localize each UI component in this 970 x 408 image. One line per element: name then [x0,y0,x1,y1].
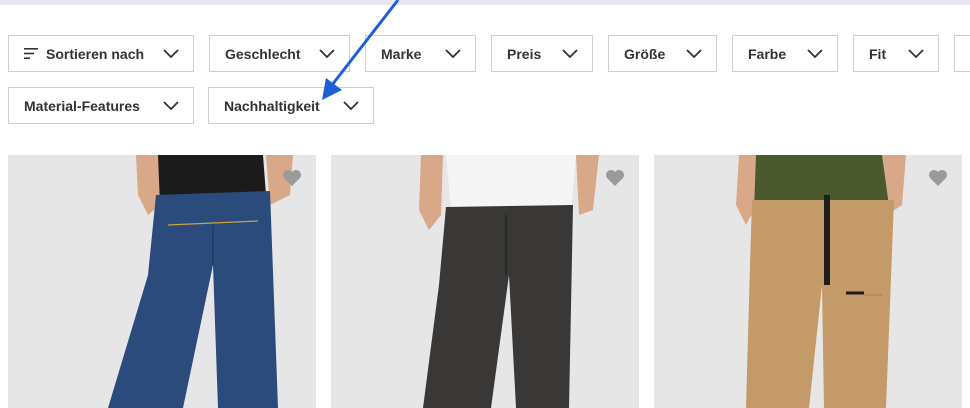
product-image [736,155,906,408]
heart-icon[interactable] [605,169,625,187]
chevron-down-icon [807,48,823,58]
top-bar [0,0,970,5]
chevron-down-icon [163,48,179,58]
chevron-down-icon [445,48,461,58]
chevron-down-icon [319,48,335,58]
chevron-down-icon [686,48,702,58]
filter-sustainability[interactable]: Nachhaltigkeit [208,87,374,124]
chevron-down-icon [163,100,179,110]
filter-color[interactable]: Farbe [732,35,838,72]
sort-dropdown[interactable]: Sortieren nach [8,35,194,72]
filter-label: Geschlecht [225,45,301,62]
product-image [108,155,293,408]
filter-more-partial[interactable] [954,35,970,72]
sort-label: Sortieren nach [46,45,145,62]
filter-label: Größe [624,45,666,62]
product-card[interactable] [654,155,962,408]
filter-size[interactable]: Größe [608,35,717,72]
filter-label: Nachhaltigkeit [224,97,320,114]
chevron-down-icon [343,100,359,110]
filter-label: Fit [869,45,887,62]
filter-label: Marke [381,45,422,62]
chevron-down-icon [562,48,578,58]
filter-gender[interactable]: Geschlecht [209,35,350,72]
chevron-down-icon [908,48,924,58]
product-image [419,155,599,408]
heart-icon[interactable] [282,169,302,187]
heart-icon[interactable] [928,169,948,187]
filter-fit[interactable]: Fit [853,35,939,72]
filter-label: Farbe [748,45,787,62]
filter-material-features[interactable]: Material-Features [8,87,194,124]
sort-icon [24,48,38,59]
filter-brand[interactable]: Marke [365,35,476,72]
product-card[interactable] [331,155,639,408]
filter-label: Preis [507,45,542,62]
product-card[interactable] [8,155,316,408]
filter-label: Material-Features [24,97,140,114]
filter-price[interactable]: Preis [491,35,593,72]
